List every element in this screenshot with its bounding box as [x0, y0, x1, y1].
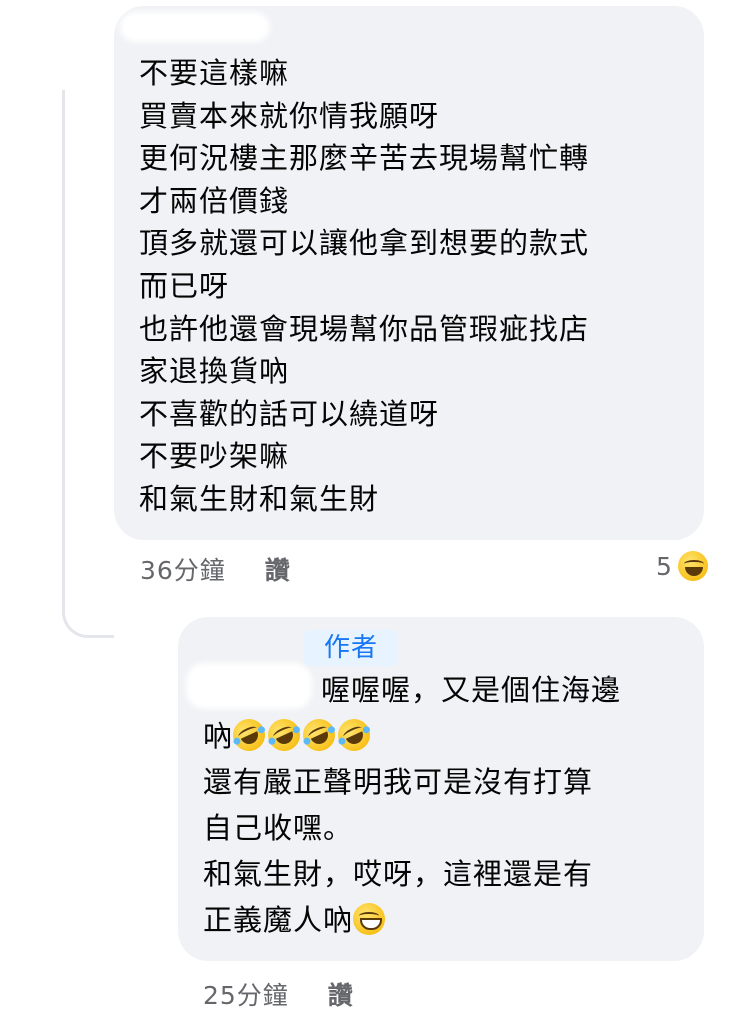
comment-line: 還有嚴正聲明我可是沒有打算 — [203, 765, 594, 799]
comment-1-body: 不要這樣嘛 買賣本來就你情我願呀 更何況樓主那麼辛苦去現場幫忙轉 才兩倍價錢 頂… — [139, 52, 589, 521]
comment-line: 不要這樣嘛 — [139, 56, 290, 90]
comment-1-meta: 36分鐘 讚 — [140, 551, 291, 587]
comment-line: 和氣生財和氣生財 — [139, 481, 380, 516]
comment-line: 更何況樓主那麼辛苦去現場幫忙轉 — [139, 141, 590, 176]
comment-line: 喔喔喔，又是個住海邊 — [203, 667, 621, 713]
redacted-commenter-name — [120, 12, 270, 42]
comment-timestamp[interactable]: 25分鐘 — [203, 981, 289, 1010]
reaction-summary[interactable]: 5 — [656, 551, 711, 581]
grinning-emoji-icon — [353, 903, 386, 935]
rofl-emoji-icon — [297, 713, 341, 757]
comment-line-text: 喔喔喔，又是個住海邊 — [321, 673, 622, 707]
comment-line: 和氣生財，哎呀，這裡還是有 — [203, 857, 594, 891]
comment-line: 也許他還會現場幫你品管瑕疵找店 — [139, 311, 590, 346]
comment-line-text: 吶 — [203, 719, 234, 753]
comment-2-body: 喔喔喔，又是個住海邊 吶 還有嚴正聲明我可是沒有打算 自己收嘿。 和氣生財，哎呀… — [203, 667, 621, 943]
reaction-count: 5 — [656, 551, 672, 581]
comment-line: 買賣本來就你情我願呀 — [139, 98, 440, 133]
comment-line-text: 正義魔人吶 — [203, 903, 354, 937]
comment-line: 不要吵架嘛 — [139, 439, 290, 474]
laughing-emoji-icon — [677, 551, 708, 581]
rofl-emoji-icon — [227, 713, 271, 757]
comment-2-meta: 25分鐘 讚 — [203, 976, 354, 1012]
comment-line: 家退換貨吶 — [139, 354, 290, 389]
comment-line: 正義魔人吶 — [203, 897, 621, 943]
rofl-emoji-icon — [332, 713, 376, 757]
comment-line: 而已呀 — [139, 268, 230, 303]
comment-line: 自己收嘿。 — [203, 811, 354, 845]
reply-thread-line — [62, 90, 114, 638]
like-button[interactable]: 讚 — [328, 981, 354, 1010]
comment-line: 頂多就還可以讓他拿到想要的款式 — [139, 226, 590, 261]
rofl-emoji-icon — [262, 713, 306, 757]
comment-line: 才兩倍價錢 — [139, 183, 290, 218]
comment-line: 不喜歡的話可以繞道呀 — [139, 396, 440, 431]
like-button[interactable]: 讚 — [265, 556, 291, 585]
author-badge: 作者 — [304, 630, 399, 666]
comment-line: 吶 — [203, 713, 621, 759]
comment-timestamp[interactable]: 36分鐘 — [140, 556, 226, 585]
